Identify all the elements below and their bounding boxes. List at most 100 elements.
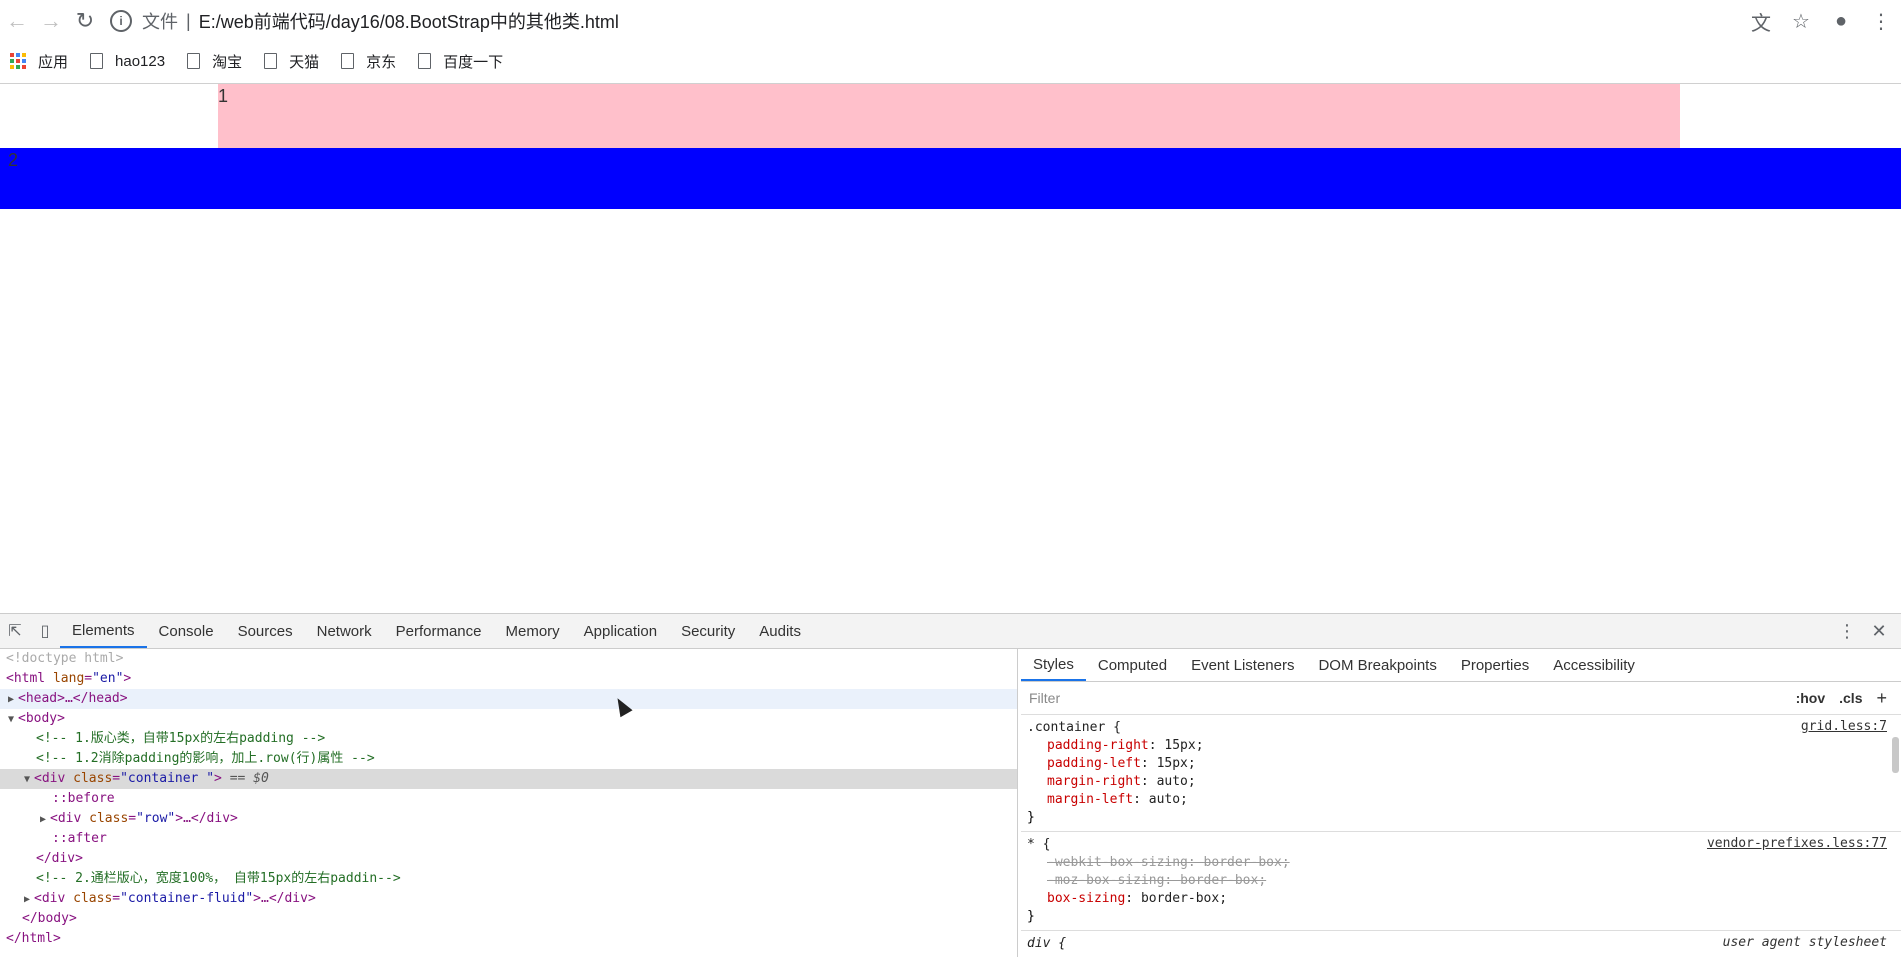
menu-icon[interactable]: ⋮ (1861, 4, 1901, 38)
prop-name: -webkit-box-sizing (1047, 855, 1188, 870)
dom-node[interactable]: </body> (0, 909, 1017, 929)
tab-network[interactable]: Network (305, 614, 384, 648)
tab-properties[interactable]: Properties (1449, 649, 1541, 681)
dom-node[interactable]: ::after (0, 829, 1017, 849)
tab-audits[interactable]: Audits (747, 614, 813, 648)
prop-value: auto; (1148, 792, 1188, 807)
attr-name: lang (52, 671, 85, 686)
new-rule-button[interactable]: + (1876, 688, 1887, 709)
css-declaration[interactable]: padding-left: 15px; (1027, 755, 1895, 773)
bookmark-apps[interactable]: 应用 (10, 51, 68, 72)
tab-application[interactable]: Application (572, 614, 669, 648)
tab-event-listeners[interactable]: Event Listeners (1179, 649, 1306, 681)
collapse-icon[interactable]: ▼ (8, 710, 18, 730)
prop-name: -moz-box-sizing (1047, 873, 1165, 888)
dom-node[interactable]: <!-- 1.2消除padding的影响，加上.row(行)属性 --> (0, 749, 1017, 769)
device-toolbar-icon[interactable]: ▯ (30, 616, 60, 646)
css-declaration[interactable]: margin-right: auto; (1027, 773, 1895, 791)
css-declaration[interactable]: margin-left: auto; (1027, 791, 1895, 809)
close-icon[interactable]: ✕ (1863, 621, 1895, 642)
tab-elements[interactable]: Elements (60, 614, 147, 648)
dom-node[interactable]: <!-- 2.通栏版心，宽度100%， 自带15px的左右paddin--> (0, 869, 1017, 889)
tab-dom-breakpoints[interactable]: DOM Breakpoints (1306, 649, 1448, 681)
tag-rest: >…</div> (253, 891, 316, 906)
css-declaration-overridden[interactable]: -webkit-box-sizing: border-box; (1027, 854, 1895, 872)
translate-icon[interactable]: 文 (1741, 4, 1781, 38)
tab-accessibility[interactable]: Accessibility (1541, 649, 1647, 681)
account-icon[interactable]: ● (1821, 4, 1861, 38)
bookmark-item[interactable]: 百度一下 (418, 51, 503, 72)
collapse-icon[interactable]: ▼ (24, 770, 34, 790)
dom-node[interactable]: ::before (0, 789, 1017, 809)
css-rule: * { vendor-prefixes.less:77 -webkit-box-… (1021, 832, 1901, 931)
css-declaration-overridden[interactable]: -moz-box-sizing: border-box; (1027, 872, 1895, 890)
expand-icon[interactable]: ▶ (24, 890, 34, 910)
bookmark-item[interactable]: 天猫 (264, 51, 319, 72)
page-icon (187, 53, 201, 69)
page-icon (264, 53, 278, 69)
dom-node[interactable]: <!-- 1.版心类，自带15px的左右padding --> (0, 729, 1017, 749)
dom-node[interactable]: ▶ <div class="row">…</div> (0, 809, 1017, 829)
bookmark-label: hao123 (115, 52, 166, 70)
attr-name: class (73, 891, 113, 906)
tab-console[interactable]: Console (147, 614, 226, 648)
rule-source-link[interactable]: grid.less:7 (1801, 719, 1887, 734)
bookmark-item[interactable]: hao123 (90, 53, 165, 70)
close-tag: </div> (36, 851, 83, 866)
pseudo-after: ::after (52, 831, 107, 846)
bookmark-label: 淘宝 (212, 53, 243, 71)
tag-rest: >…</div> (175, 811, 238, 826)
apps-icon (10, 53, 26, 69)
dom-node-selected[interactable]: ▼ <div class="container "> == $0 (0, 769, 1017, 789)
tab-sources[interactable]: Sources (226, 614, 305, 648)
dom-node[interactable]: ▶ <div class="container-fluid">…</div> (0, 889, 1017, 909)
info-icon[interactable]: i (110, 10, 132, 32)
tab-computed[interactable]: Computed (1086, 649, 1179, 681)
dom-node[interactable]: </div> (0, 849, 1017, 869)
address-url[interactable]: E:/web前端代码/day16/08.BootStrap中的其他类.html (199, 8, 619, 34)
dom-node[interactable]: </html> (0, 929, 1017, 949)
expand-icon[interactable]: ▶ (40, 810, 50, 830)
bookmark-label: 应用 (38, 53, 69, 71)
back-icon[interactable]: ← (0, 4, 34, 38)
rule-selector[interactable]: .container { (1027, 719, 1895, 737)
css-declaration[interactable]: padding-right: 15px; (1027, 737, 1895, 755)
bookmark-item[interactable]: 京东 (341, 51, 396, 72)
bookmark-item[interactable]: 淘宝 (187, 51, 242, 72)
star-icon[interactable]: ☆ (1781, 4, 1821, 38)
styles-pane: Styles Computed Event Listeners DOM Brea… (1021, 649, 1901, 957)
tab-memory[interactable]: Memory (494, 614, 572, 648)
close-tag: </html> (6, 931, 61, 946)
bookmark-label: 百度一下 (443, 53, 504, 71)
tab-performance[interactable]: Performance (384, 614, 494, 648)
filter-input[interactable]: Filter (1029, 690, 1060, 706)
tag-name: div (41, 771, 66, 786)
forward-icon[interactable]: → (34, 4, 68, 38)
rule-close: } (1027, 909, 1035, 924)
css-declaration[interactable]: box-sizing: border-box; (1027, 890, 1895, 908)
attr-value: "container-fluid" (120, 891, 254, 906)
prop-value: border-box; (1140, 891, 1228, 906)
styles-scrollbar[interactable] (1892, 737, 1899, 773)
devtools-menu-icon[interactable]: ⋮ (1831, 621, 1863, 642)
inspect-icon[interactable]: ⇱ (0, 616, 30, 646)
elements-tree: <!doctype html> <html lang="en"> ▶ <head>… (0, 649, 1018, 957)
cls-toggle[interactable]: .cls (1839, 690, 1862, 706)
tab-security[interactable]: Security (669, 614, 747, 648)
hov-toggle[interactable]: :hov (1796, 690, 1826, 706)
address-separator: | (186, 10, 191, 31)
reload-icon[interactable]: ↻ (68, 4, 102, 38)
dom-node[interactable]: ▼ <body> (0, 709, 1017, 729)
dom-node[interactable]: <html lang="en"> (0, 669, 1017, 689)
attr-name: class (73, 771, 113, 786)
prop-name: box-sizing (1047, 891, 1126, 906)
address-bar[interactable]: i 文件 | E:/web前端代码/day16/08.BootStrap中的其他… (110, 4, 619, 38)
tab-styles[interactable]: Styles (1021, 649, 1086, 681)
styles-filter[interactable]: Filter :hov .cls + (1021, 682, 1901, 715)
page-icon (90, 53, 104, 69)
rule-source-link[interactable]: vendor-prefixes.less:77 (1707, 836, 1887, 851)
expand-icon[interactable]: ▶ (8, 690, 18, 710)
close-tag: </body> (22, 911, 77, 926)
dom-node[interactable]: ▶ <head>…</head> (0, 689, 1017, 709)
dom-node[interactable]: <!doctype html> (0, 649, 1017, 669)
